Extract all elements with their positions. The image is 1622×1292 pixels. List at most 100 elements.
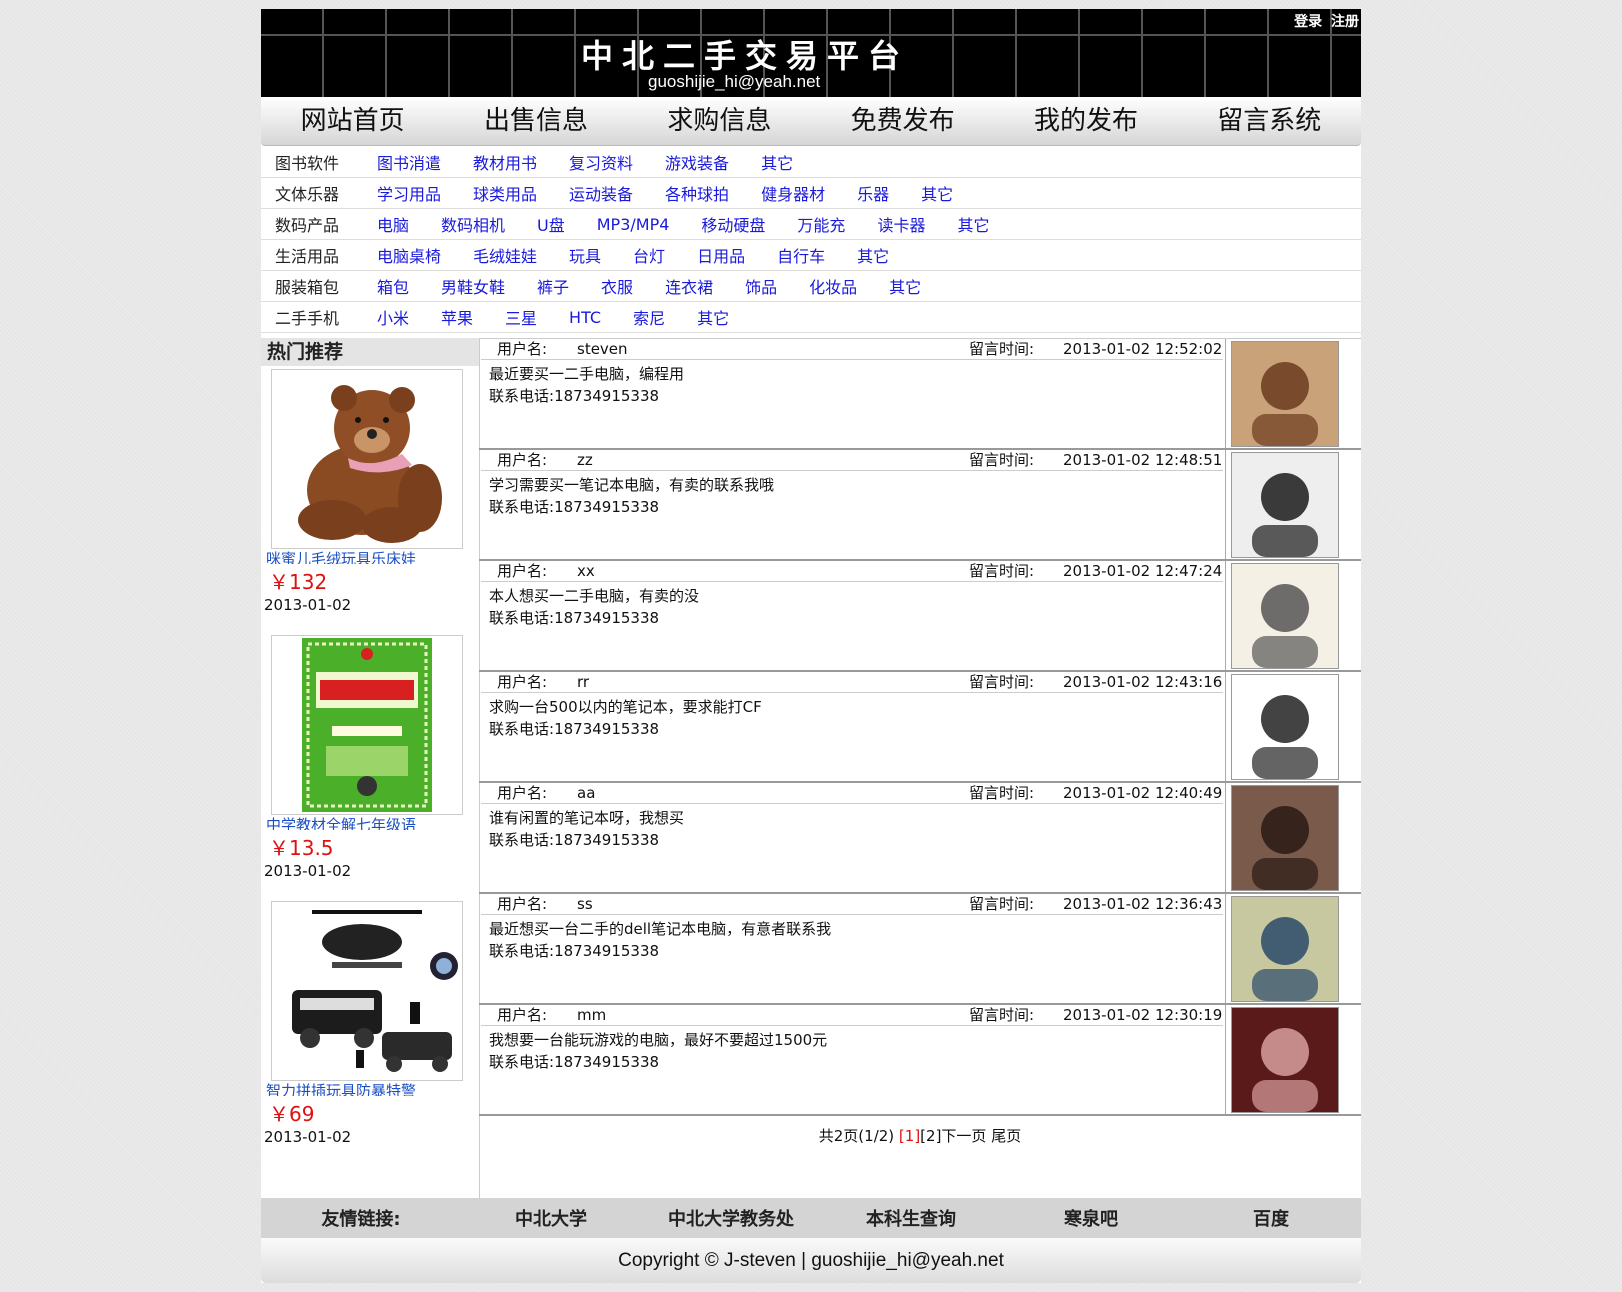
category-link[interactable]: MP3/MP4 [597, 215, 670, 234]
category-link[interactable]: 电脑桌椅 [377, 243, 441, 267]
category-link[interactable]: 其它 [761, 150, 793, 174]
friend-link[interactable]: 中北大学教务处 [641, 1205, 821, 1231]
message-body: 最近想买一台二手的dell笔记本电脑，有意者联系我 联系电话:187349153… [489, 918, 1219, 962]
phone-label: 联系电话: [489, 1053, 555, 1071]
category-link[interactable]: 衣服 [601, 274, 633, 298]
category-link[interactable]: 球类用品 [473, 181, 537, 205]
login-link[interactable]: 登录 [1294, 14, 1322, 30]
category-row: 数码产品 电脑 数码相机 U盘 MP3/MP4 移动硬盘 万能充 读卡器 其它 [261, 209, 1361, 240]
message-phone-line: 联系电话:18734915338 [489, 607, 1219, 629]
pager-next[interactable]: 下一页 [941, 1127, 986, 1145]
product-image[interactable] [271, 901, 463, 1081]
category-link[interactable]: 化妆品 [809, 274, 857, 298]
pager-last[interactable]: 尾页 [991, 1127, 1021, 1145]
avatar [1231, 452, 1339, 558]
register-link[interactable]: 注册 [1331, 14, 1359, 30]
category-link[interactable]: 索尼 [633, 305, 665, 329]
category-link[interactable]: 万能充 [797, 212, 845, 236]
pager-page-2[interactable]: [2] [920, 1127, 941, 1145]
category-link[interactable]: 移动硬盘 [701, 212, 765, 236]
category-link[interactable]: 其它 [921, 181, 953, 205]
category-link[interactable]: 台灯 [633, 243, 665, 267]
category-link[interactable]: 数码相机 [441, 212, 505, 236]
username: steven [577, 340, 628, 358]
username: ss [577, 895, 593, 913]
nav-buy[interactable]: 求购信息 [628, 97, 811, 145]
product-price: ￥13.5 [269, 836, 334, 860]
category-link[interactable]: 复习资料 [569, 150, 633, 174]
category-link[interactable]: 玩具 [569, 243, 601, 267]
site-email: guoshijie_hi@yeah.net [648, 72, 821, 91]
category-link[interactable]: 三星 [505, 305, 537, 329]
friend-link[interactable]: 本科生查询 [821, 1205, 1001, 1231]
phone-number: 18734915338 [554, 609, 660, 627]
pager-current-page: [1] [898, 1127, 921, 1145]
message-text: 最近想买一台二手的dell笔记本电脑，有意者联系我 [489, 920, 832, 938]
category-link[interactable]: 游戏装备 [665, 150, 729, 174]
category-link[interactable]: 电脑 [377, 212, 409, 236]
message-header: 用户名: ss 留言时间: 2013-01-02 12:36:43 [481, 894, 1223, 915]
friend-link[interactable]: 寒泉吧 [1001, 1205, 1181, 1231]
avatar [1231, 1007, 1339, 1113]
product-card[interactable]: 智力拼插玩具防暴特警 ￥69 2013-01-02 [261, 898, 479, 1164]
category-link[interactable]: 教材用书 [473, 150, 537, 174]
nav-messages[interactable]: 留言系统 [1178, 97, 1361, 145]
message-item: 用户名: mm 留言时间: 2013-01-02 12:30:19 我想要一台能… [479, 1005, 1361, 1116]
category-link[interactable]: 其它 [857, 243, 889, 267]
phone-label: 联系电话: [489, 498, 555, 516]
product-image[interactable] [271, 635, 463, 815]
time-label: 留言时间: [969, 673, 1035, 691]
message-header: 用户名: aa 留言时间: 2013-01-02 12:40:49 [481, 783, 1223, 804]
message-text: 谁有闲置的笔记本呀，我想买 [489, 809, 685, 827]
category-link[interactable]: 饰品 [745, 274, 777, 298]
username-label: 用户名: [497, 673, 548, 691]
category-link[interactable]: 其它 [957, 212, 989, 236]
product-name[interactable]: 中学教材全解七年级语 [266, 815, 476, 830]
product-image[interactable] [271, 369, 463, 549]
category-link[interactable]: 运动装备 [569, 181, 633, 205]
category-name: 生活用品 [275, 247, 340, 266]
category-link[interactable]: 连衣裙 [665, 274, 713, 298]
message-header: 用户名: xx 留言时间: 2013-01-02 12:47:24 [481, 561, 1223, 582]
category-link[interactable]: U盘 [537, 212, 565, 236]
category-link[interactable]: 小米 [377, 305, 409, 329]
nav-home[interactable]: 网站首页 [261, 97, 444, 145]
friend-link[interactable]: 百度 [1181, 1205, 1361, 1231]
category-link[interactable]: 苹果 [441, 305, 473, 329]
friend-links-bar: 友情链接: 中北大学 中北大学教务处 本科生查询 寒泉吧 百度 [261, 1198, 1361, 1238]
category-link[interactable]: 读卡器 [877, 212, 925, 236]
category-link[interactable]: 各种球拍 [665, 181, 729, 205]
category-link[interactable]: 其它 [889, 274, 921, 298]
category-link[interactable]: 健身器材 [761, 181, 825, 205]
category-link[interactable]: 裤子 [537, 274, 569, 298]
nav-publish[interactable]: 免费发布 [811, 97, 994, 145]
category-link[interactable]: 男鞋女鞋 [441, 274, 505, 298]
product-price: ￥69 [269, 1102, 315, 1126]
phone-number: 18734915338 [554, 720, 660, 738]
product-name[interactable]: 智力拼插玩具防暴特警 [266, 1081, 476, 1096]
product-name[interactable]: 咪蜜儿毛绒玩具乐床娃 [266, 549, 476, 564]
category-link[interactable]: 自行车 [777, 243, 825, 267]
message-item: 用户名: steven 留言时间: 2013-01-02 12:52:02 最近… [479, 339, 1361, 450]
phone-number: 18734915338 [554, 387, 660, 405]
category-link[interactable]: HTC [569, 308, 601, 327]
message-time: 2013-01-02 12:47:24 [1063, 562, 1223, 580]
category-link[interactable]: 学习用品 [377, 181, 441, 205]
friend-link[interactable]: 中北大学 [461, 1205, 641, 1231]
category-link[interactable]: 其它 [697, 305, 729, 329]
product-date: 2013-01-02 [264, 862, 352, 880]
time-label: 留言时间: [969, 562, 1035, 580]
nav-sell[interactable]: 出售信息 [444, 97, 627, 145]
category-link[interactable]: 毛绒娃娃 [473, 243, 537, 267]
category-link[interactable]: 日用品 [697, 243, 745, 267]
category-name: 服装箱包 [275, 278, 340, 297]
product-card[interactable]: 中学教材全解七年级语 ￥13.5 2013-01-02 [261, 632, 479, 898]
category-list: 图书软件 图书消遣 教材用书 复习资料 游戏装备 其它 文体乐器 学习用品 球类… [261, 147, 1361, 333]
category-link[interactable]: 箱包 [377, 274, 409, 298]
product-card[interactable]: 咪蜜儿毛绒玩具乐床娃 ￥132 2013-01-02 [261, 366, 479, 632]
nav-my-posts[interactable]: 我的发布 [994, 97, 1177, 145]
main-nav: 网站首页 出售信息 求购信息 免费发布 我的发布 留言系统 [261, 97, 1361, 146]
message-header: 用户名: mm 留言时间: 2013-01-02 12:30:19 [481, 1005, 1223, 1026]
category-link[interactable]: 乐器 [857, 181, 889, 205]
category-link[interactable]: 图书消遣 [377, 150, 441, 174]
